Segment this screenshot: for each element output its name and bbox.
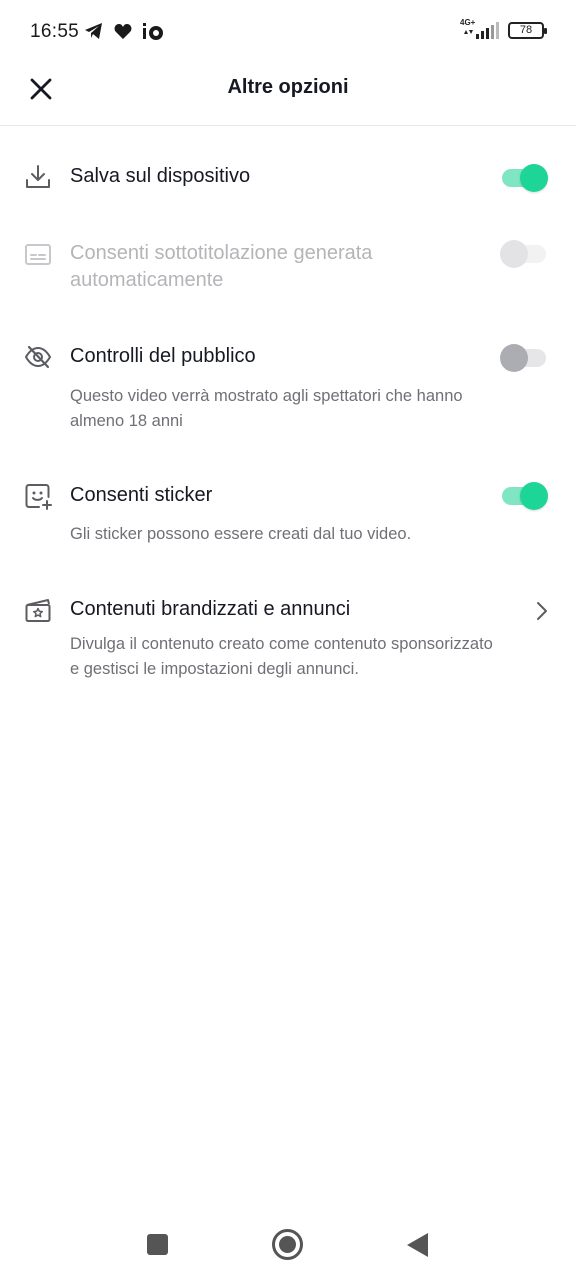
home-button[interactable] bbox=[272, 1229, 303, 1260]
setting-audience-controls: Controlli del pubblico Questo video verr… bbox=[0, 330, 576, 440]
audience-controls-toggle[interactable] bbox=[500, 341, 548, 375]
setting-save-to-device: Salva sul dispositivo bbox=[0, 150, 576, 220]
setting-allow-stickers: Consenti sticker Gli sticker possono ess… bbox=[0, 468, 576, 552]
setting-title: Controlli del pubblico bbox=[70, 345, 256, 367]
status-time: 16:55 bbox=[30, 21, 80, 42]
setting-title-line2: automaticamente bbox=[70, 269, 224, 291]
signal-icon: 4G+ bbox=[460, 18, 500, 40]
allow-stickers-toggle[interactable] bbox=[500, 479, 548, 513]
setting-description: Gli sticker possono essere creati dal tu… bbox=[70, 525, 412, 543]
save-to-device-toggle[interactable] bbox=[500, 161, 548, 195]
subtitles-icon bbox=[24, 240, 52, 268]
status-bar: 16:55 4G+ 78 bbox=[0, 0, 576, 62]
eye-off-icon bbox=[24, 343, 52, 371]
setting-title-line1: Consenti sottotitolazione generata bbox=[70, 242, 373, 264]
header: Altre opzioni bbox=[0, 62, 576, 126]
setting-description-line2: almeno 18 anni bbox=[70, 412, 183, 430]
back-button[interactable] bbox=[407, 1233, 428, 1257]
setting-title: Salva sul dispositivo bbox=[70, 165, 251, 187]
setting-description-line1: Divulga il contenuto creato come contenu… bbox=[70, 635, 493, 653]
branded-content-icon bbox=[24, 596, 52, 624]
setting-title: Contenuti brandizzati e annunci bbox=[70, 598, 351, 620]
download-icon bbox=[24, 163, 52, 191]
status-system-icons: 4G+ 78 bbox=[460, 18, 547, 40]
page-title: Altre opzioni bbox=[227, 76, 349, 98]
recent-apps-button[interactable] bbox=[147, 1234, 168, 1255]
system-navigation-bar bbox=[0, 1210, 576, 1280]
setting-title: Consenti sticker bbox=[70, 484, 213, 506]
auto-captions-toggle bbox=[500, 237, 548, 271]
setting-description-line1: Questo video verrà mostrato agli spettat… bbox=[70, 387, 463, 405]
sticker-add-icon bbox=[24, 482, 52, 510]
battery-icon: 78 bbox=[508, 21, 547, 39]
heart-icon bbox=[114, 23, 132, 39]
telegram-icon bbox=[85, 23, 102, 39]
setting-branded-content[interactable]: Contenuti brandizzati e annunci Divulga … bbox=[0, 582, 576, 692]
setting-auto-captions: Consenti sottotitolazione generata autom… bbox=[0, 228, 576, 308]
battery-level: 78 bbox=[519, 24, 533, 36]
setting-description-line2: e gestisci le impostazioni degli annunci… bbox=[70, 660, 359, 678]
app-notification-icon bbox=[143, 23, 163, 40]
status-notification-icons bbox=[84, 22, 164, 40]
chevron-right-icon bbox=[534, 600, 550, 622]
